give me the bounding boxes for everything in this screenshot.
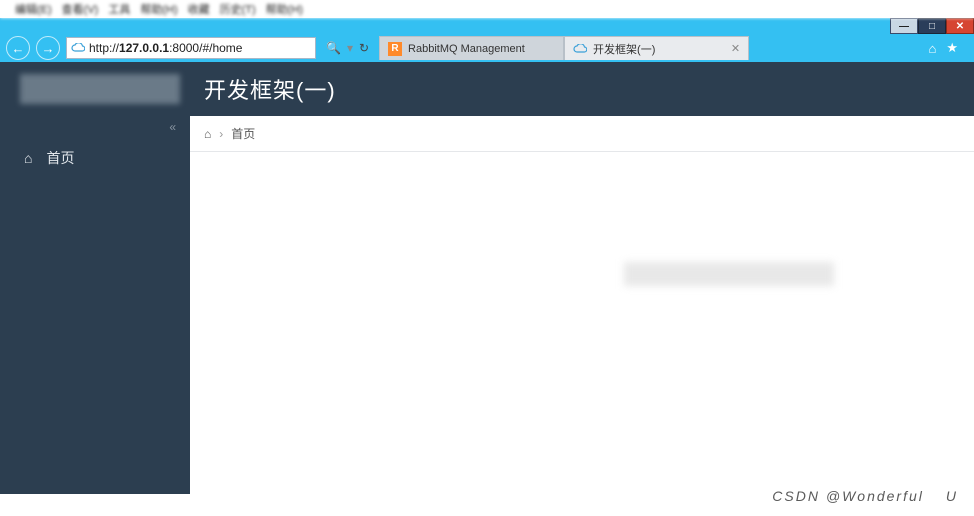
minimize-button[interactable]: — [890,18,918,34]
menu-item[interactable]: 历史(T) [220,1,256,17]
watermark: CSDN @WonderfulU [772,488,958,504]
breadcrumb-separator: › [219,127,223,141]
home-icon[interactable]: ⌂ [928,41,936,56]
page-title: 开发框架(一) [204,73,336,105]
app-root: 开发框架(一) « ⌂ 首页 ⌂ › 首页 [0,62,974,494]
menu-item[interactable]: 收藏 [188,1,210,17]
menu-item[interactable]: 帮助(H) [140,1,177,17]
menu-item[interactable]: 帮助(H) [266,1,303,17]
menu-item[interactable]: 编辑(E) [15,1,52,17]
menu-item[interactable]: 查看(V) [62,1,99,17]
close-button[interactable]: ✕ [946,18,974,34]
window-titlebar: — □ ✕ [0,18,974,34]
content-placeholder [624,262,834,286]
home-icon: ⌂ [24,150,32,166]
breadcrumb: ⌂ › 首页 [190,116,974,152]
rabbitmq-icon: R [388,42,402,56]
app-body: « ⌂ 首页 ⌂ › 首页 [0,116,974,494]
content-body [190,152,974,494]
app-header: 开发框架(一) [0,62,974,116]
sidebar-item-label: 首页 [46,148,74,168]
refresh-button[interactable]: ↻ [359,41,369,55]
address-bar[interactable]: http://127.0.0.1:8000/#/home [66,37,316,59]
tab-devframework[interactable]: 开发框架(一) ✕ [564,36,749,60]
forward-button[interactable]: → [36,36,60,60]
url-text: http://127.0.0.1:8000/#/home [89,41,311,55]
os-menubar: 编辑(E) 查看(V) 工具 帮助(H) 收藏 历史(T) 帮助(H) [0,0,974,18]
refresh-group: 🔍 ▾ ↻ [326,41,369,55]
browser-tabs: R RabbitMQ Management 开发框架(一) ✕ [379,36,749,60]
tab-label: RabbitMQ Management [408,43,525,55]
sidebar-item-home[interactable]: ⌂ 首页 [0,138,190,178]
home-icon[interactable]: ⌂ [204,127,211,141]
tab-rabbitmq[interactable]: R RabbitMQ Management [379,36,564,60]
content-area: ⌂ › 首页 [190,116,974,494]
sidebar-collapse[interactable]: « [0,116,190,138]
menu-item[interactable]: 工具 [108,1,130,17]
chevron-left-icon: « [169,120,176,134]
back-button[interactable]: ← [6,36,30,60]
breadcrumb-current: 首页 [231,125,255,142]
app-logo [20,74,180,104]
dropdown-icon[interactable]: ▾ [347,41,353,55]
favorite-icon[interactable]: ★ [946,40,958,56]
cloud-icon [573,44,587,54]
sidebar: « ⌂ 首页 [0,116,190,494]
tab-close-icon[interactable]: ✕ [731,42,740,55]
cloud-icon [71,43,85,53]
search-icon[interactable]: 🔍 [326,41,341,55]
toolbar-right: ⌂ ★ [928,40,968,56]
maximize-button[interactable]: □ [918,18,946,34]
browser-toolbar: ← → http://127.0.0.1:8000/#/home 🔍 ▾ ↻ R… [0,34,974,62]
tab-label: 开发框架(一) [593,41,655,57]
